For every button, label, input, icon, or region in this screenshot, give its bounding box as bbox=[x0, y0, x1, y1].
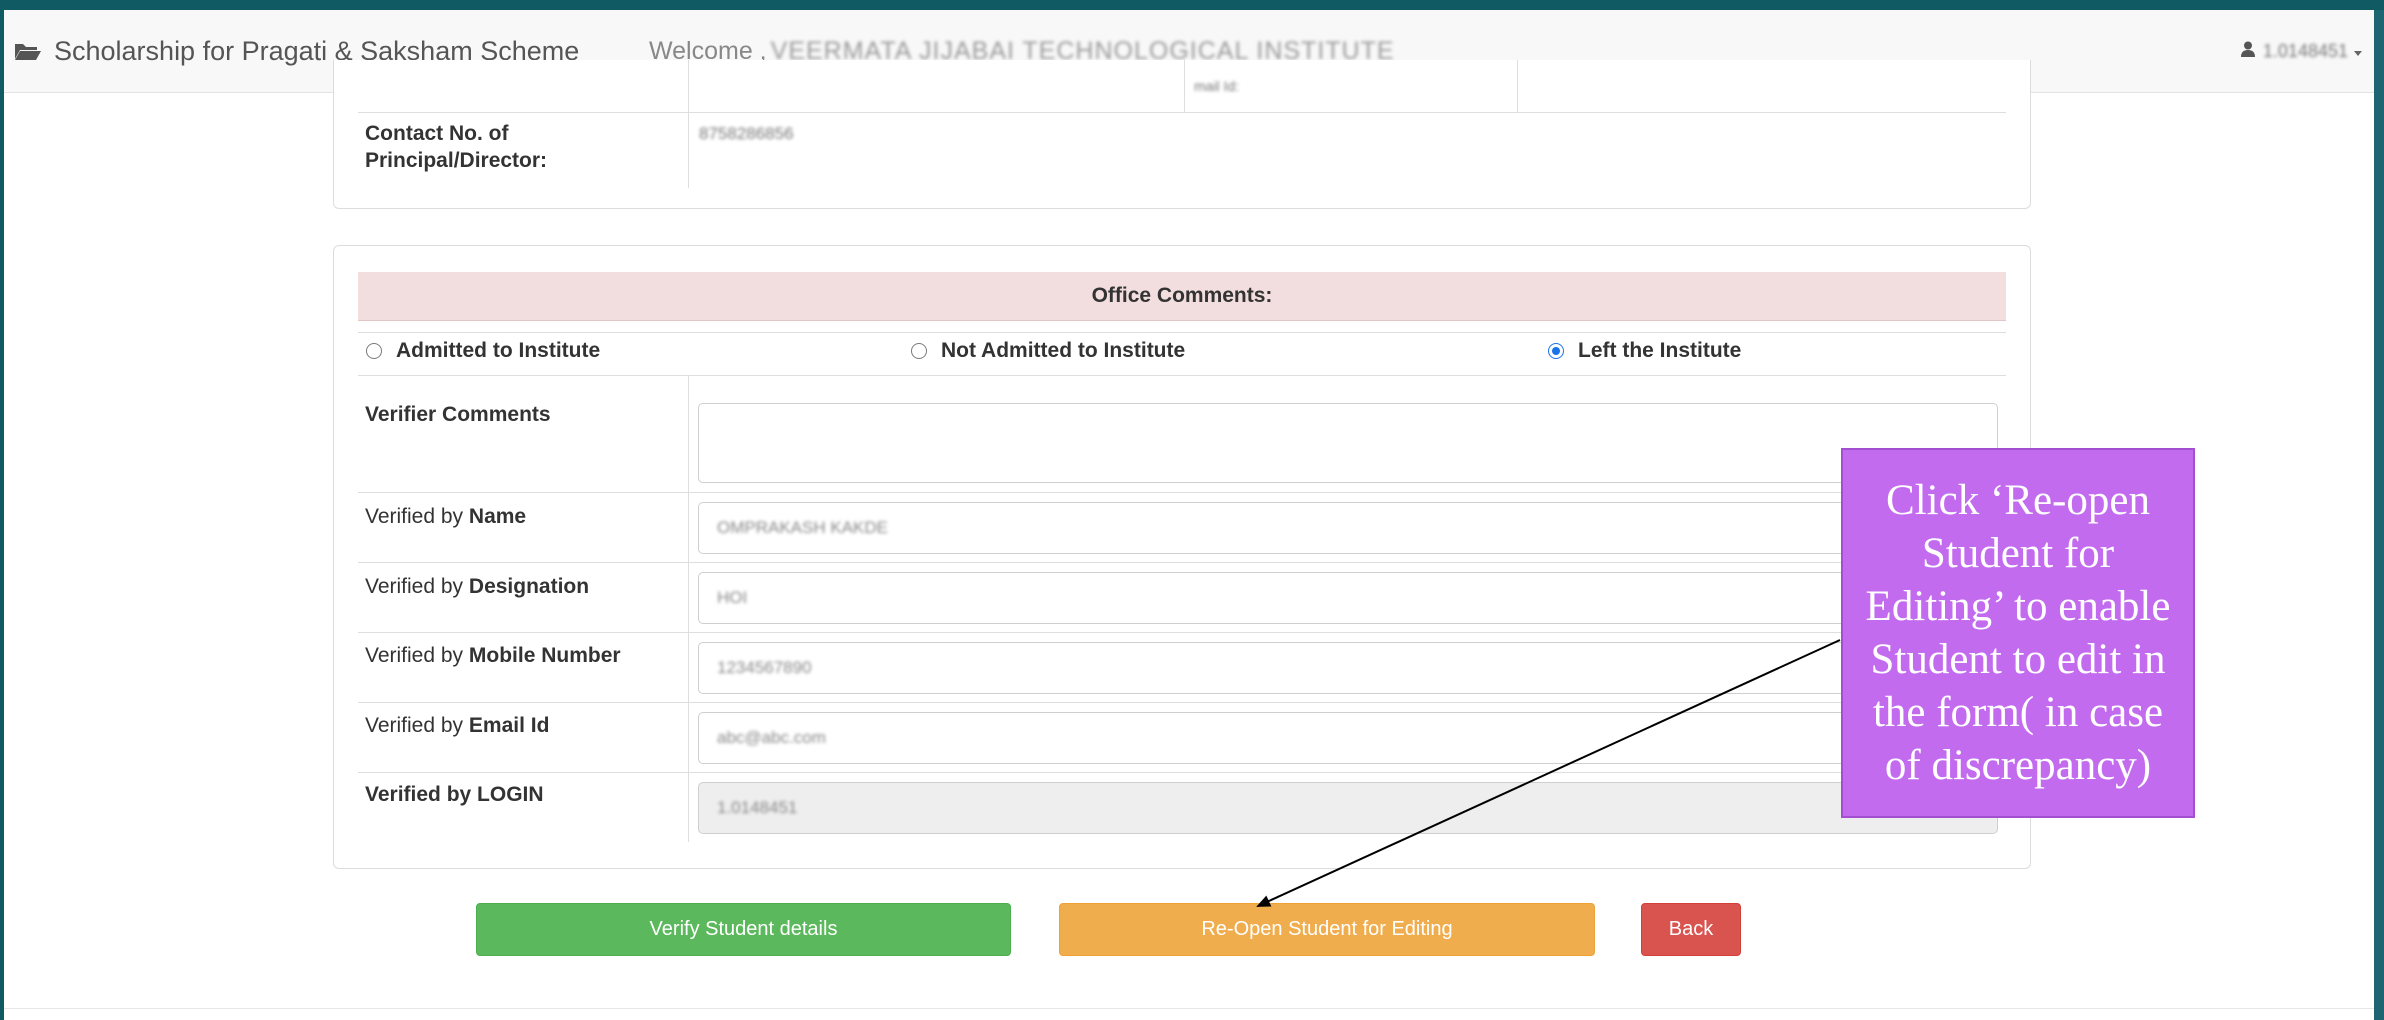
verified-by-mobile-value: 1234567890 bbox=[717, 658, 812, 677]
window-top-strip bbox=[0, 0, 2384, 10]
verified-by-name-label: Verified by Name bbox=[365, 503, 526, 530]
row-divider bbox=[358, 375, 2006, 376]
column-divider bbox=[1517, 60, 1518, 112]
verified-by-login-value: 1.0148451 bbox=[717, 798, 798, 817]
verified-by-mobile-input[interactable]: 1234567890 bbox=[698, 642, 1998, 694]
office-comments-header: Office Comments: bbox=[358, 272, 2006, 321]
radio-not-admitted-control[interactable] bbox=[911, 343, 927, 359]
verify-student-button[interactable]: Verify Student details bbox=[476, 903, 1011, 956]
column-divider bbox=[688, 60, 689, 188]
verified-by-email-input[interactable]: abc@abc.com bbox=[698, 712, 1998, 764]
label-prefix: Verified by bbox=[365, 575, 469, 598]
callout-text: Click ‘Re-open Student for Editing’ to e… bbox=[1865, 477, 2171, 789]
principal-contact-value: 8758286856 bbox=[699, 124, 794, 143]
radio-not-admitted-label: Not Admitted to Institute bbox=[941, 339, 1186, 362]
back-button[interactable]: Back bbox=[1641, 903, 1741, 956]
row-divider bbox=[358, 772, 2006, 773]
label-strong: Mobile Number bbox=[468, 644, 621, 667]
verified-by-designation-value: HOI bbox=[717, 588, 748, 607]
row-divider bbox=[358, 112, 2006, 113]
institute-details-panel: mail Id: Contact No. of Principal/Direct… bbox=[333, 60, 2031, 209]
footer-divider bbox=[4, 1008, 2374, 1009]
verified-by-login-input: 1.0148451 bbox=[698, 782, 1998, 834]
user-icon bbox=[2240, 41, 2255, 62]
radio-admitted-label: Admitted to Institute bbox=[396, 339, 601, 362]
radio-left-institute-label: Left the Institute bbox=[1578, 339, 1742, 362]
verified-by-mobile-label: Verified by Mobile Number bbox=[365, 642, 621, 669]
label-prefix: Verified by bbox=[365, 505, 469, 528]
cut-off-label: mail Id: bbox=[1194, 78, 1240, 94]
radio-admitted[interactable]: Admitted to Institute bbox=[366, 339, 600, 363]
radio-left-institute-control[interactable] bbox=[1548, 343, 1564, 359]
verified-by-designation-input[interactable]: HOI bbox=[698, 572, 1998, 624]
verifier-comments-textarea[interactable] bbox=[698, 403, 1998, 483]
verified-by-name-value: OMPRAKASH KAKDE bbox=[717, 518, 888, 537]
label-prefix: Verified by bbox=[365, 714, 469, 737]
label-prefix: Verified by bbox=[365, 644, 469, 667]
row-divider bbox=[358, 492, 2006, 493]
verifier-comments-label: Verifier Comments bbox=[365, 403, 551, 426]
reopen-student-button[interactable]: Re-Open Student for Editing bbox=[1059, 903, 1595, 956]
principal-contact-label: Contact No. of Principal/Director: bbox=[365, 122, 548, 172]
row-divider bbox=[358, 332, 2006, 333]
label-strong: Name bbox=[468, 505, 527, 528]
verified-by-email-label: Verified by Email Id bbox=[365, 712, 549, 739]
radio-admitted-control[interactable] bbox=[366, 343, 382, 359]
folder-open-icon bbox=[14, 41, 42, 61]
user-id: 1.0148451 bbox=[2262, 40, 2348, 61]
column-divider bbox=[1184, 60, 1185, 112]
verified-by-designation-label: Verified by Designation bbox=[365, 573, 589, 600]
label-strong: Email Id bbox=[468, 714, 550, 737]
row-divider bbox=[358, 632, 2006, 633]
office-comments-panel: Office Comments: Admitted to Institute N… bbox=[333, 245, 2031, 869]
radio-left-institute[interactable]: Left the Institute bbox=[1548, 339, 1741, 363]
row-divider bbox=[358, 702, 2006, 703]
radio-not-admitted[interactable]: Not Admitted to Institute bbox=[911, 339, 1185, 363]
label-strong: Designation bbox=[468, 575, 590, 598]
verified-by-name-input[interactable]: OMPRAKASH KAKDE bbox=[698, 502, 1998, 554]
user-menu[interactable]: 1.0148451 bbox=[2240, 10, 2362, 92]
caret-down-icon bbox=[2354, 41, 2362, 62]
row-divider bbox=[358, 562, 2006, 563]
instruction-callout: Click ‘Re-open Student for Editing’ to e… bbox=[1841, 448, 2195, 818]
verified-by-login-label: Verified by LOGIN bbox=[365, 783, 544, 806]
verified-by-email-value: abc@abc.com bbox=[717, 728, 826, 747]
